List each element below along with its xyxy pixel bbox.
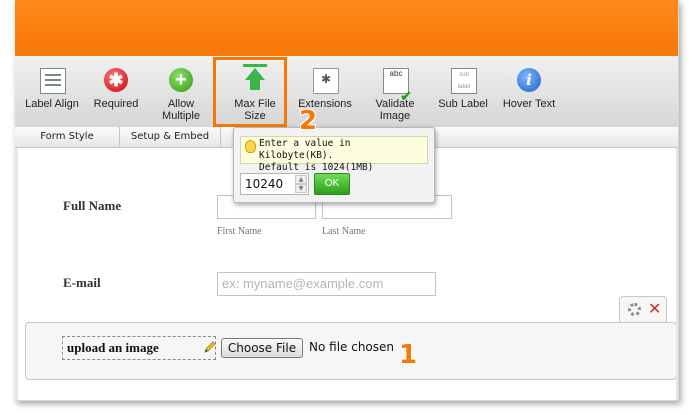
label-align-label: Label Align [25, 98, 79, 110]
validate-image-label: Validate Image [375, 98, 415, 122]
header-bar [15, 0, 678, 56]
max-file-size-popover: Enter a value in Kilobyte(KB). Default i… [233, 127, 435, 203]
left-divider [15, 148, 18, 400]
field-tools: ✕ [619, 296, 667, 322]
lightbulb-icon [245, 140, 256, 153]
upload-question-row[interactable]: upload an image Choose File No file chos… [25, 322, 677, 380]
properties-toolbar: Label Align ✱ Required + Allow Multiple … [15, 56, 678, 128]
tab-form-style[interactable]: Form Style [15, 127, 120, 147]
right-divider [676, 148, 678, 400]
tooltip-message-text: Enter a value in Kilobyte(KB). Default i… [259, 138, 374, 173]
required-button[interactable]: ✱ Required [87, 56, 145, 127]
annotation-number-1: 1 [399, 340, 418, 370]
allow-multiple-icon: + [169, 68, 193, 92]
full-name-label: Full Name [63, 198, 122, 213]
allow-multiple-label: Allow Multiple [162, 98, 200, 122]
validate-image-icon-text: abc [389, 69, 403, 78]
label-align-icon [40, 68, 66, 94]
first-name-sublabel: First Name [217, 226, 262, 237]
extensions-icon: ✱ [313, 68, 339, 94]
sub-label-button[interactable]: sub label Sub Label [433, 56, 493, 127]
close-icon[interactable]: ✕ [648, 299, 661, 318]
hover-text-icon: i [517, 68, 541, 92]
max-size-value: 10240 [245, 177, 284, 191]
tooltip-message: Enter a value in Kilobyte(KB). Default i… [240, 136, 428, 173]
no-file-text: No file chosen [309, 340, 395, 354]
upload-label-text: upload an image [67, 340, 159, 355]
hover-text-label: Hover Text [502, 98, 556, 110]
form-builder-window: Label Align ✱ Required + Allow Multiple … [15, 0, 679, 401]
sub-label-label: Sub Label [438, 98, 488, 110]
sub-label-icon: sub label [451, 68, 477, 94]
ok-button[interactable]: OK [314, 173, 350, 195]
tab-setup-embed[interactable]: Setup & Embed [120, 127, 221, 147]
gear-icon[interactable] [628, 303, 641, 316]
validate-image-icon: abc ✔ [383, 68, 412, 103]
stepper-up-icon[interactable]: ▲ [295, 175, 307, 184]
max-size-stepper[interactable]: 10240 ▲ ▼ [240, 173, 309, 195]
label-align-button[interactable]: Label Align [21, 56, 83, 127]
hover-text-button[interactable]: i Hover Text [497, 56, 561, 127]
last-name-sublabel: Last Name [322, 226, 366, 237]
required-icon: ✱ [104, 68, 128, 92]
pencil-icon[interactable] [203, 340, 217, 354]
email-label: E-mail [63, 275, 101, 290]
validate-image-button[interactable]: abc ✔ Validate Image [363, 56, 427, 127]
allow-multiple-button[interactable]: + Allow Multiple [149, 56, 213, 127]
choose-file-button[interactable]: Choose File [221, 338, 303, 358]
email-input[interactable]: ex: myname@example.com [217, 272, 436, 296]
annotation-number-2: 2 [299, 106, 318, 136]
sub-label-icon-text: sub label [457, 72, 471, 90]
upload-label-editable[interactable]: upload an image [62, 336, 216, 360]
stepper-down-icon[interactable]: ▼ [295, 184, 307, 193]
required-label: Required [93, 98, 139, 110]
max-file-size-highlight [213, 57, 287, 127]
